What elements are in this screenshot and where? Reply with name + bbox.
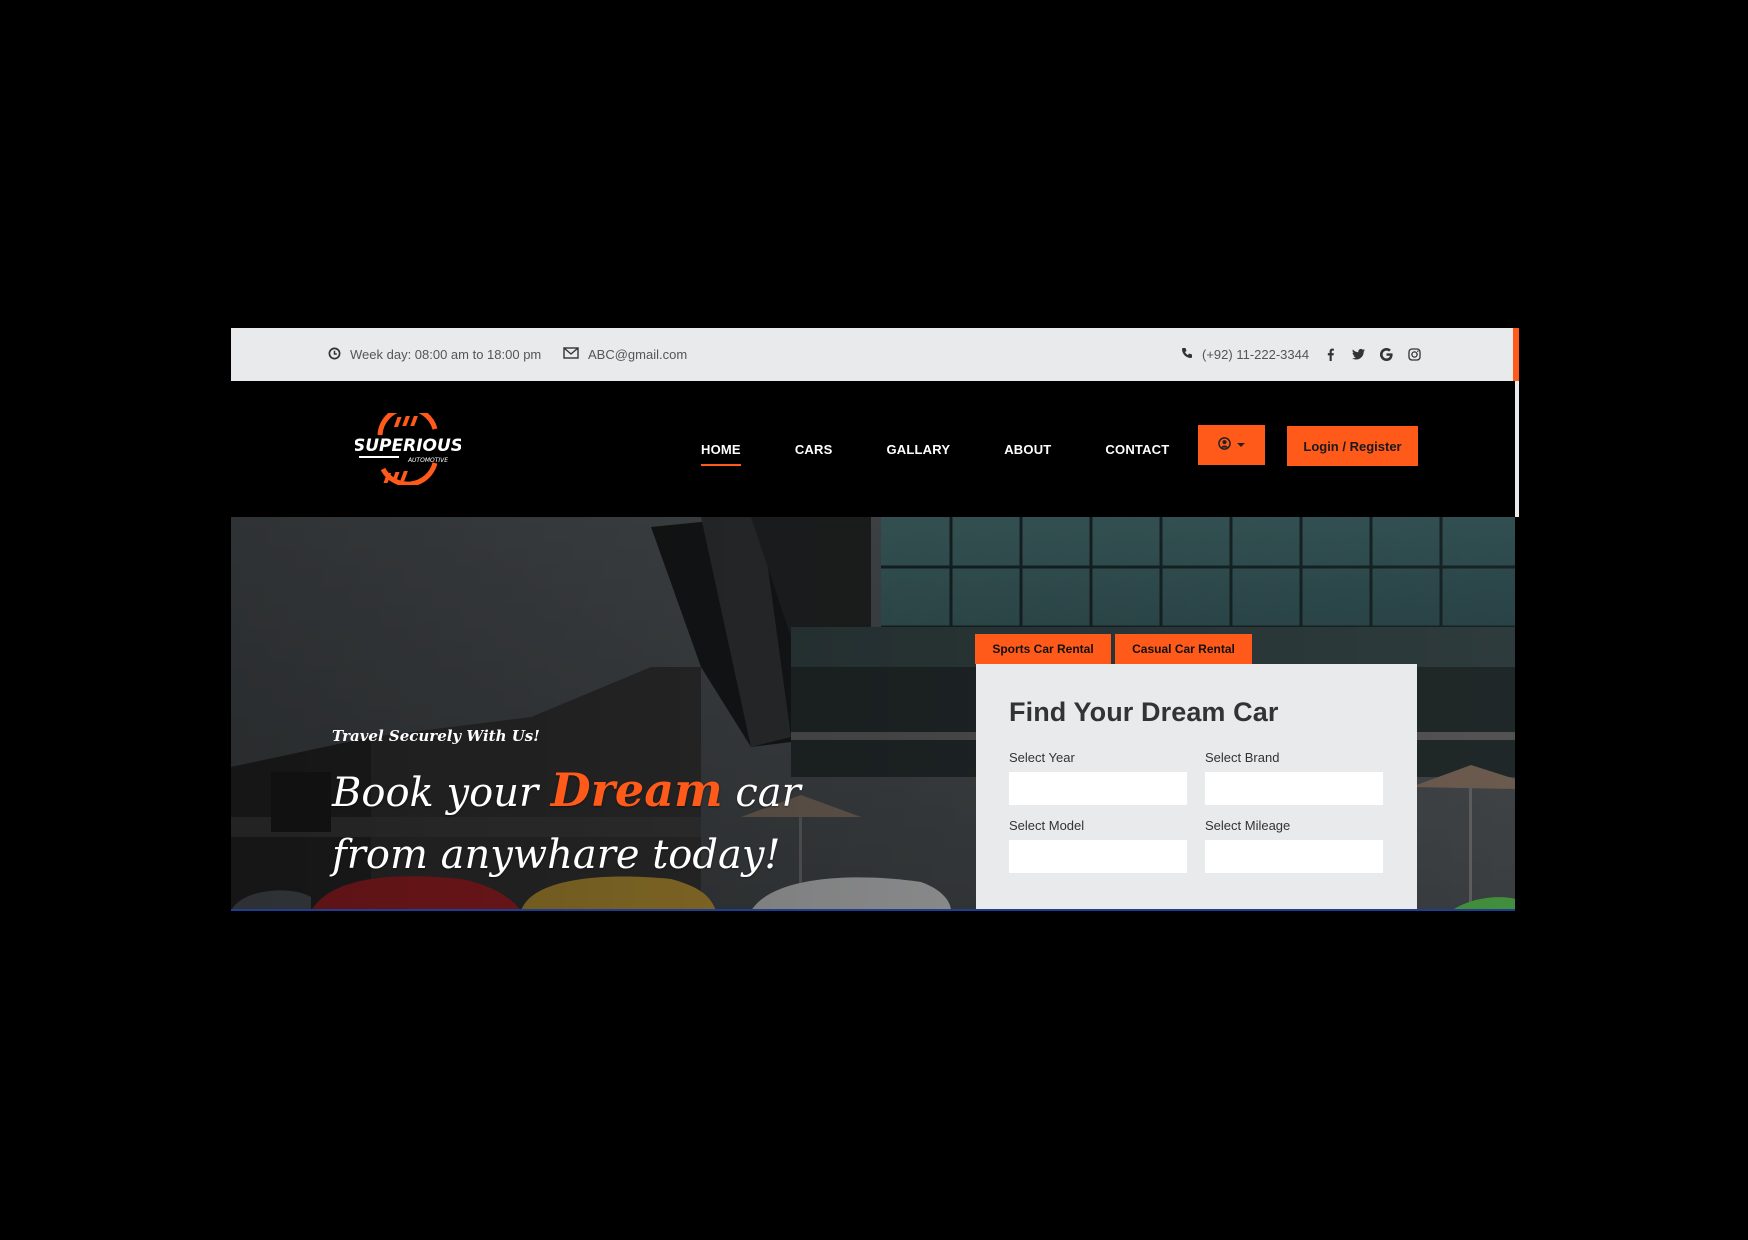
user-menu-button[interactable] — [1198, 425, 1265, 465]
nav-links: HOME CARS GALLARY ABOUT CONTACT — [701, 381, 1223, 517]
tab-sports-car-rental[interactable]: Sports Car Rental — [975, 634, 1111, 664]
social-links — [1323, 328, 1421, 381]
nav-link-gallary[interactable]: GALLARY — [886, 442, 950, 457]
twitter-icon[interactable] — [1351, 348, 1365, 362]
headline-highlight: Dream — [550, 763, 723, 817]
hero-section: Travel Securely With Us! Book your Dream… — [231, 517, 1515, 911]
phone-icon — [1181, 347, 1193, 362]
brand-field: Select Brand — [1205, 750, 1383, 805]
brand-name: SUPERIOUS — [355, 436, 461, 456]
envelope-icon — [563, 347, 579, 362]
hero-text: Travel Securely With Us! Book your Dream… — [332, 727, 852, 886]
year-input[interactable] — [1009, 772, 1187, 805]
phone-text[interactable]: (+92) 11-222-3344 — [1202, 347, 1309, 362]
scrollbar-accent — [1513, 328, 1519, 381]
chevron-down-icon — [1237, 443, 1245, 447]
opening-hours-text: Week day: 08:00 am to 18:00 pm — [350, 347, 542, 362]
nav-link-home[interactable]: HOME — [701, 442, 741, 466]
model-field: Select Model — [1009, 818, 1187, 873]
main-navbar: SUPERIOUS AUTOMOTIVE HOME CARS GALLARY A… — [231, 381, 1519, 517]
user-circle-icon — [1218, 437, 1231, 453]
search-fields: Select Year Select Brand Select Model Se… — [1009, 750, 1384, 873]
hero-kicker: Travel Securely With Us! — [332, 727, 540, 745]
website-screenshot: Week day: 08:00 am to 18:00 pm ABC@gmail… — [231, 328, 1519, 911]
nav-link-cars[interactable]: CARS — [795, 442, 833, 457]
instagram-icon[interactable] — [1407, 348, 1421, 362]
mileage-field: Select Mileage — [1205, 818, 1383, 873]
brand-subtitle: AUTOMOTIVE — [407, 457, 448, 464]
mileage-input[interactable] — [1205, 840, 1383, 873]
superious-logo[interactable]: SUPERIOUS AUTOMOTIVE — [355, 413, 461, 485]
google-icon[interactable] — [1379, 348, 1393, 362]
year-label: Select Year — [1009, 750, 1075, 765]
login-register-button[interactable]: Login / Register — [1287, 426, 1418, 466]
brand-label: Select Brand — [1205, 750, 1280, 765]
headline-prefix: Book your — [332, 770, 551, 816]
search-card-title: Find Your Dream Car — [1009, 697, 1279, 727]
tab-casual-car-rental[interactable]: Casual Car Rental — [1115, 634, 1252, 664]
top-info-bar: Week day: 08:00 am to 18:00 pm ABC@gmail… — [231, 328, 1519, 381]
mileage-label: Select Mileage — [1205, 818, 1291, 833]
opening-hours: Week day: 08:00 am to 18:00 pm — [328, 328, 541, 381]
facebook-icon[interactable] — [1323, 348, 1337, 362]
nav-link-about[interactable]: ABOUT — [1004, 442, 1051, 457]
hero-headline: Book your Dream car from anywhare today! — [332, 759, 852, 886]
model-label: Select Model — [1009, 818, 1085, 833]
car-search-card: Find Your Dream Car Select Year Select B… — [976, 664, 1417, 911]
hero-bottom-border — [231, 909, 1515, 911]
phone-contact[interactable]: (+92) 11-222-3344 — [1181, 328, 1309, 381]
brand-input[interactable] — [1205, 772, 1383, 805]
email-text[interactable]: ABC@gmail.com — [588, 347, 687, 362]
year-field: Select Year — [1009, 750, 1187, 805]
nav-link-contact[interactable]: CONTACT — [1105, 442, 1169, 457]
clock-icon — [328, 347, 341, 363]
model-input[interactable] — [1009, 840, 1187, 873]
email-contact[interactable]: ABC@gmail.com — [563, 328, 687, 381]
